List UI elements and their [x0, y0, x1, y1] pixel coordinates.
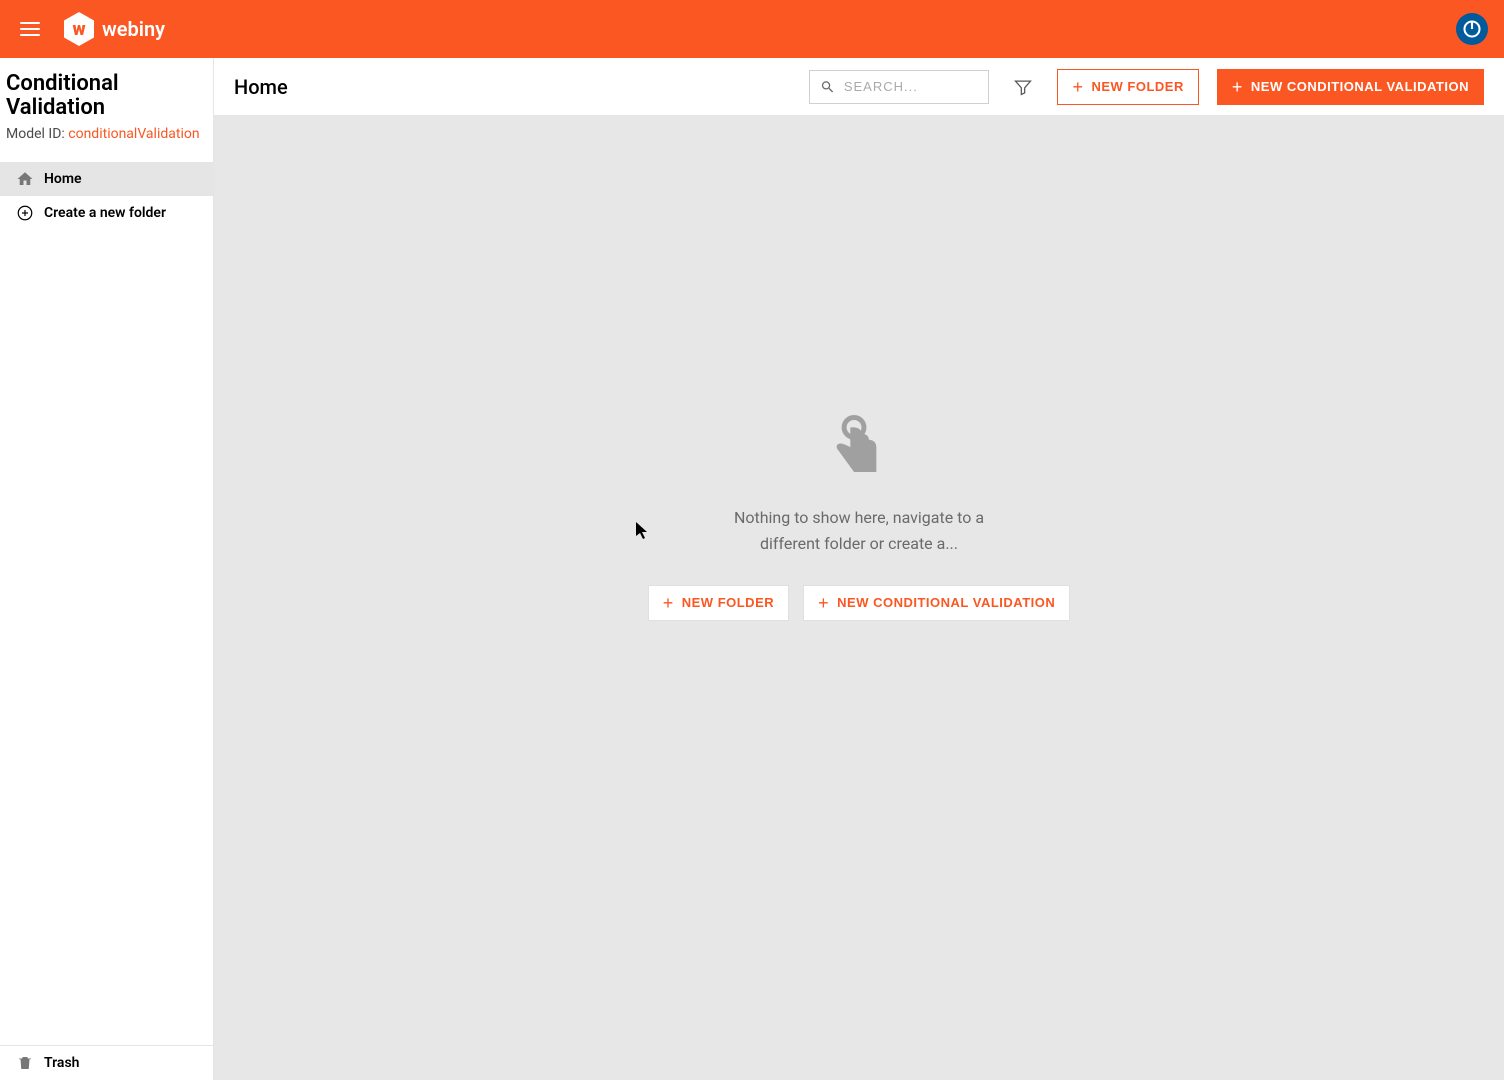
filter-button[interactable]: [1007, 71, 1039, 103]
new-entry-button[interactable]: + NEW CONDITIONAL VALIDATION: [1217, 69, 1484, 105]
empty-message: Nothing to show here, navigate to a diff…: [729, 505, 989, 556]
user-avatar-button[interactable]: [1456, 13, 1488, 45]
sidebar-footer: Trash: [0, 1045, 213, 1080]
model-title: Conditional Validation: [6, 72, 207, 120]
trash-icon: [16, 1054, 34, 1072]
search-box[interactable]: [809, 70, 989, 104]
plus-circle-icon: [16, 204, 34, 222]
home-icon: [16, 170, 34, 188]
empty-actions: + NEW FOLDER + NEW CONDITIONAL VALIDATIO…: [648, 585, 1071, 621]
menu-toggle-button[interactable]: [16, 18, 44, 40]
search-icon: [820, 78, 835, 96]
model-id-value[interactable]: conditionalValidation: [68, 126, 199, 142]
empty-state: Nothing to show here, navigate to a diff…: [648, 415, 1071, 620]
plus-icon: +: [1072, 78, 1083, 96]
sidebar-item-label: Home: [44, 171, 82, 187]
sidebar-item-label: Create a new folder: [44, 205, 166, 221]
button-label: NEW CONDITIONAL VALIDATION: [1251, 79, 1469, 94]
sidebar-nav: Home Create a new folder: [0, 162, 213, 1045]
sidebar-item-trash[interactable]: Trash: [0, 1046, 213, 1080]
empty-new-entry-button[interactable]: + NEW CONDITIONAL VALIDATION: [803, 585, 1070, 621]
brand-name: webiny: [102, 17, 165, 41]
power-icon: [1462, 19, 1482, 39]
breadcrumb: Home: [234, 75, 288, 99]
plus-icon: +: [818, 594, 829, 612]
filter-icon: [1013, 77, 1033, 97]
plus-icon: +: [1232, 78, 1243, 96]
empty-new-folder-button[interactable]: + NEW FOLDER: [648, 585, 789, 621]
brand-logo[interactable]: w webiny: [64, 12, 165, 46]
button-label: NEW FOLDER: [682, 595, 774, 610]
sidebar-header: Conditional Validation Model ID: conditi…: [0, 58, 213, 150]
touch-icon: [834, 415, 884, 477]
main: Home + NEW FOLDER + NEW CONDITIONAL VALI…: [214, 58, 1504, 1080]
plus-icon: +: [663, 594, 674, 612]
search-input[interactable]: [844, 79, 979, 94]
layout: Conditional Validation Model ID: conditi…: [0, 58, 1504, 1080]
button-label: NEW FOLDER: [1091, 79, 1183, 94]
sidebar-item-label: Trash: [44, 1055, 79, 1071]
brand-badge-icon: w: [64, 12, 94, 46]
sidebar-item-home[interactable]: Home: [0, 162, 213, 196]
new-folder-button[interactable]: + NEW FOLDER: [1057, 69, 1198, 105]
topbar-left: w webiny: [16, 12, 165, 46]
model-id: Model ID: conditionalValidation: [6, 126, 207, 142]
model-id-label: Model ID:: [6, 126, 68, 142]
sidebar: Conditional Validation Model ID: conditi…: [0, 58, 214, 1080]
main-header: Home + NEW FOLDER + NEW CONDITIONAL VALI…: [214, 58, 1504, 116]
topbar: w webiny: [0, 0, 1504, 58]
sidebar-item-create-folder[interactable]: Create a new folder: [0, 196, 213, 230]
button-label: NEW CONDITIONAL VALIDATION: [837, 595, 1055, 610]
content-area: Nothing to show here, navigate to a diff…: [214, 116, 1504, 1080]
